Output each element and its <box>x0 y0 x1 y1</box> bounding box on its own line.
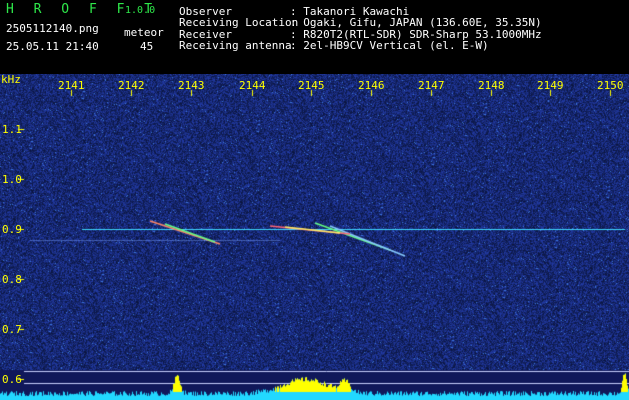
file-name: 2505112140.png <box>6 22 99 35</box>
time-tick-2143: 2143 <box>178 79 205 92</box>
time-tick-2141: 2141 <box>58 79 85 92</box>
info-key-antenna: Receiving antenna <box>179 39 292 52</box>
spectrogram-axes: kHz 2141 2142 2143 2144 2145 2146 2147 2… <box>0 74 629 400</box>
time-tick-2150: 2150 <box>597 79 624 92</box>
freq-tick-0-6: 0.6 <box>2 373 22 386</box>
info-value-antenna: : 2el-HB9CV Vertical (el. E-W) <box>290 39 489 52</box>
freq-tick-1-0: 1.0 <box>2 173 22 186</box>
file-datetime: 25.05.11 21:40 <box>6 40 99 53</box>
time-tick-2142: 2142 <box>118 79 145 92</box>
freq-tick-1-1: 1.1 <box>2 123 22 136</box>
unit-label: kHz <box>1 73 21 86</box>
freq-tick-0-8: 0.8 <box>2 273 22 286</box>
meteor-label: meteor <box>124 26 164 39</box>
time-tick-2144: 2144 <box>239 79 266 92</box>
time-tick-2149: 2149 <box>537 79 564 92</box>
freq-tick-0-7: 0.7 <box>2 323 22 336</box>
time-tick-2147: 2147 <box>418 79 445 92</box>
freq-tick-0-9: 0.9 <box>2 223 22 236</box>
time-tick-2146: 2146 <box>358 79 385 92</box>
meteor-count: 45 <box>140 40 154 53</box>
time-tick-2148: 2148 <box>478 79 505 92</box>
time-tick-2145: 2145 <box>298 79 325 92</box>
app-version: 1.0.0 <box>125 5 156 16</box>
header-panel: H R O F F T 1.0.0 2505112140.png meteor … <box>0 0 629 74</box>
